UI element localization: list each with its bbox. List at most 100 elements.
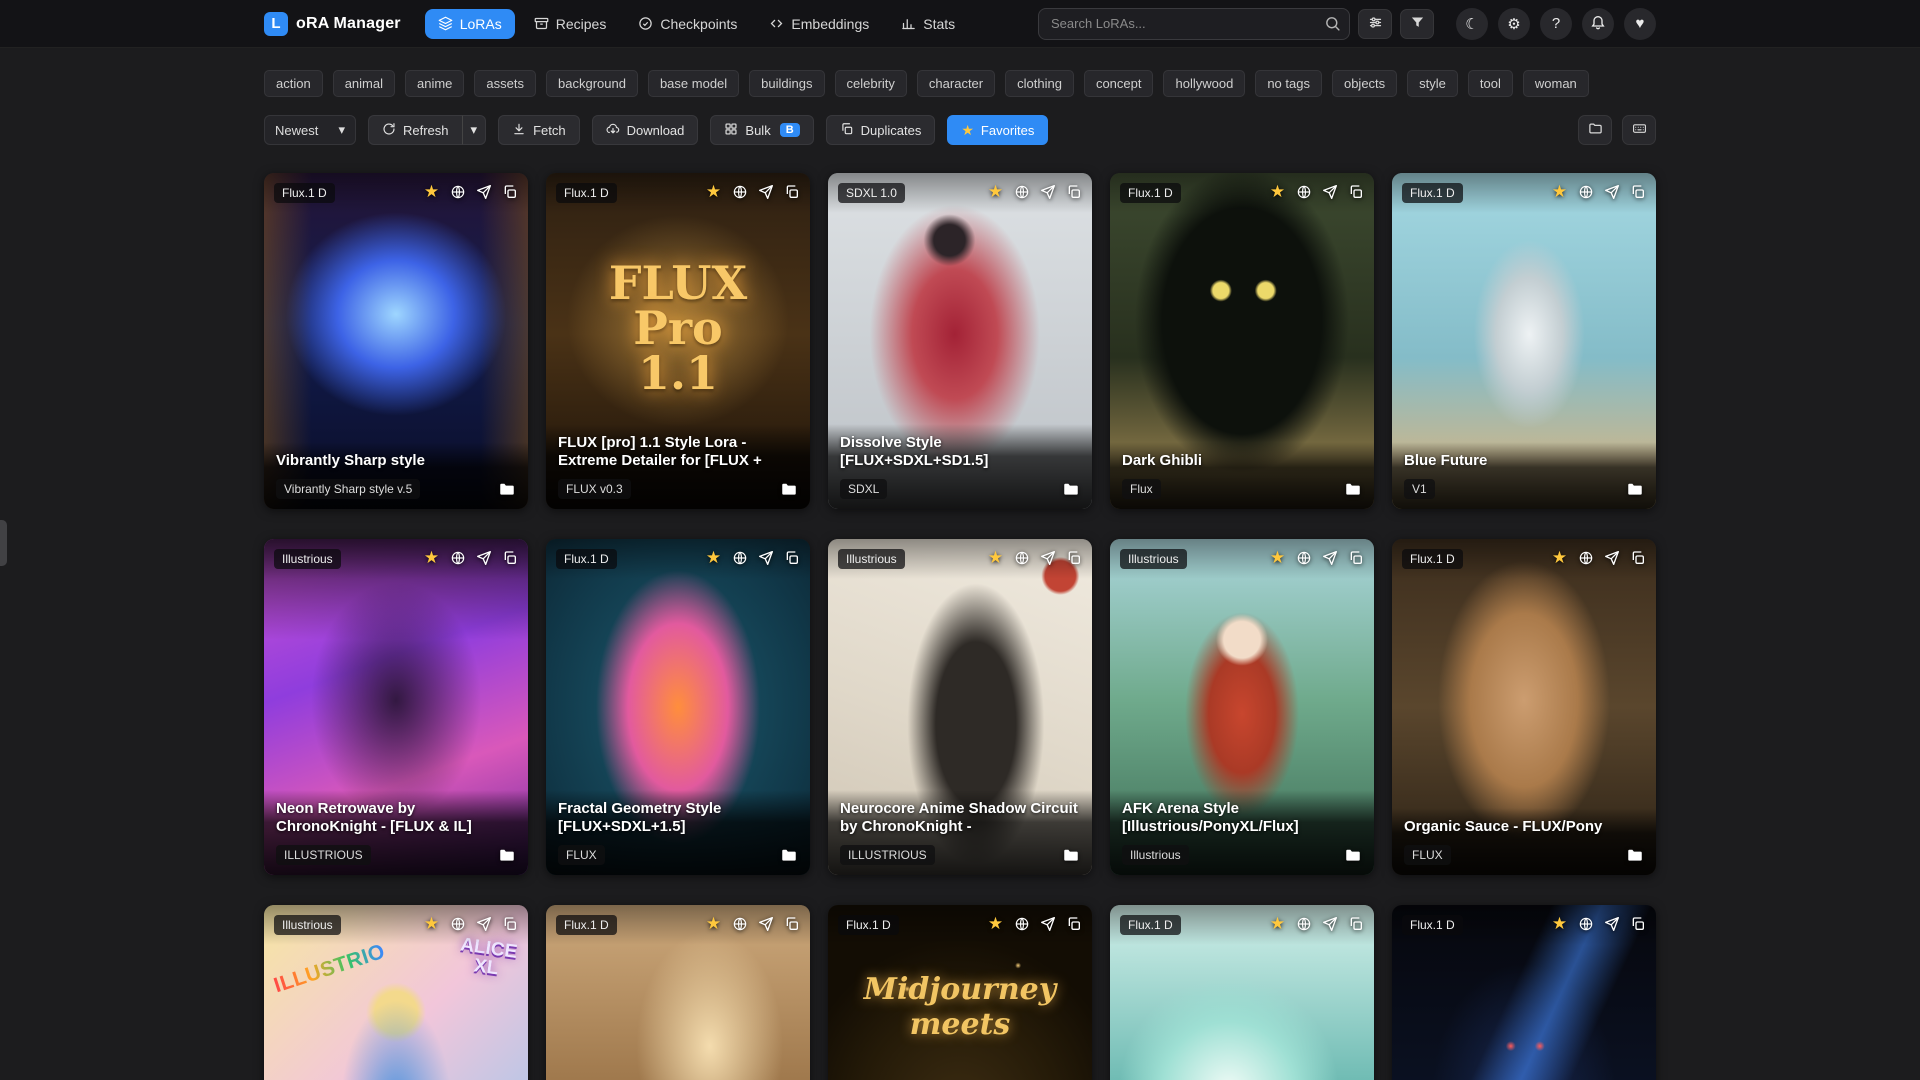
folder-icon[interactable] xyxy=(1062,846,1080,864)
send-icon[interactable] xyxy=(475,915,492,932)
lora-card[interactable]: Flux.1 D ★ xyxy=(546,905,810,1080)
globe-icon[interactable] xyxy=(731,183,748,200)
globe-icon[interactable] xyxy=(449,549,466,566)
favorite-star-icon[interactable]: ★ xyxy=(987,915,1004,932)
tag-woman[interactable]: woman xyxy=(1523,70,1589,97)
lora-card[interactable]: Illustrious ★ Neurocore Anime Shadow Cir… xyxy=(828,539,1092,875)
send-icon[interactable] xyxy=(475,183,492,200)
search-input[interactable] xyxy=(1038,8,1350,40)
send-icon[interactable] xyxy=(757,549,774,566)
tag-buildings[interactable]: buildings xyxy=(749,70,824,97)
copy-icon[interactable] xyxy=(501,183,518,200)
tag-style[interactable]: style xyxy=(1407,70,1458,97)
nav-item-recipes[interactable]: Recipes xyxy=(521,9,620,39)
folder-icon[interactable] xyxy=(1344,480,1362,498)
refresh-menu-button[interactable]: ▾ xyxy=(463,115,487,145)
send-icon[interactable] xyxy=(1321,915,1338,932)
favorite-star-icon[interactable]: ★ xyxy=(1269,915,1286,932)
favorite-star-icon[interactable]: ★ xyxy=(1551,549,1568,566)
favorite-star-icon[interactable]: ★ xyxy=(1551,183,1568,200)
send-icon[interactable] xyxy=(1603,915,1620,932)
globe-icon[interactable] xyxy=(1577,183,1594,200)
nav-item-stats[interactable]: Stats xyxy=(888,9,968,39)
send-icon[interactable] xyxy=(1603,549,1620,566)
folder-icon[interactable] xyxy=(1626,846,1644,864)
send-icon[interactable] xyxy=(1321,549,1338,566)
tag-no-tags[interactable]: no tags xyxy=(1255,70,1322,97)
copy-icon[interactable] xyxy=(1065,183,1082,200)
filter-button[interactable] xyxy=(1400,9,1434,39)
send-icon[interactable] xyxy=(1321,183,1338,200)
globe-icon[interactable] xyxy=(1295,183,1312,200)
favorite-star-icon[interactable]: ★ xyxy=(1269,183,1286,200)
tag-tool[interactable]: tool xyxy=(1468,70,1513,97)
tag-base-model[interactable]: base model xyxy=(648,70,739,97)
lora-card[interactable]: Flux.1 D ★ Vibrantly Sharp style Vibrant… xyxy=(264,173,528,509)
send-icon[interactable] xyxy=(1603,183,1620,200)
help-button[interactable]: ? xyxy=(1540,8,1572,40)
favorite-star-icon[interactable]: ★ xyxy=(1551,915,1568,932)
theme-toggle-button[interactable]: ☾ xyxy=(1456,8,1488,40)
tag-action[interactable]: action xyxy=(264,70,323,97)
tag-anime[interactable]: anime xyxy=(405,70,464,97)
favorite-star-icon[interactable]: ★ xyxy=(1269,549,1286,566)
copy-icon[interactable] xyxy=(1629,915,1646,932)
copy-icon[interactable] xyxy=(1347,915,1364,932)
folder-icon[interactable] xyxy=(498,846,516,864)
favorite-star-icon[interactable]: ★ xyxy=(705,183,722,200)
globe-icon[interactable] xyxy=(1013,915,1030,932)
tag-concept[interactable]: concept xyxy=(1084,70,1154,97)
lora-card[interactable]: Flux.1 D ★ Fractal Geometry Style [FLUX+… xyxy=(546,539,810,875)
lora-card[interactable]: Illustrious ★ Neon Retrowave by ChronoKn… xyxy=(264,539,528,875)
send-icon[interactable] xyxy=(757,183,774,200)
globe-icon[interactable] xyxy=(731,915,748,932)
sort-select[interactable]: Newest ▾ xyxy=(264,115,356,145)
lora-card[interactable]: Midjourney meets Flux.1 D ★ xyxy=(828,905,1092,1080)
tag-character[interactable]: character xyxy=(917,70,995,97)
folder-icon[interactable] xyxy=(1626,480,1644,498)
globe-icon[interactable] xyxy=(449,183,466,200)
duplicates-button[interactable]: Duplicates xyxy=(826,115,936,145)
lora-card[interactable]: Flux.1 D ★ xyxy=(1110,905,1374,1080)
favorite-star-icon[interactable]: ★ xyxy=(423,549,440,566)
copy-icon[interactable] xyxy=(1065,549,1082,566)
sort-options-button[interactable] xyxy=(1358,9,1392,39)
favorite-star-icon[interactable]: ★ xyxy=(987,549,1004,566)
lora-card[interactable]: Flux.1 D ★ xyxy=(1392,905,1656,1080)
tag-objects[interactable]: objects xyxy=(1332,70,1397,97)
globe-icon[interactable] xyxy=(1577,915,1594,932)
folder-icon[interactable] xyxy=(498,480,516,498)
globe-icon[interactable] xyxy=(1295,915,1312,932)
download-button[interactable]: Download xyxy=(592,115,699,145)
copy-icon[interactable] xyxy=(783,915,800,932)
tag-hollywood[interactable]: hollywood xyxy=(1163,70,1245,97)
folder-view-button[interactable] xyxy=(1578,115,1612,145)
send-icon[interactable] xyxy=(1039,183,1056,200)
favorites-heart-button[interactable]: ♥ xyxy=(1624,8,1656,40)
globe-icon[interactable] xyxy=(1013,549,1030,566)
tag-background[interactable]: background xyxy=(546,70,638,97)
lora-card[interactable]: FLUX Pro 1.1 Flux.1 D ★ FLUX [pro] 1.1 S… xyxy=(546,173,810,509)
lora-card[interactable]: Flux.1 D ★ Organic Sauce - FLUX/Pony FLU… xyxy=(1392,539,1656,875)
notifications-button[interactable] xyxy=(1582,8,1614,40)
fetch-button[interactable]: Fetch xyxy=(498,115,580,145)
favorite-star-icon[interactable]: ★ xyxy=(705,915,722,932)
send-icon[interactable] xyxy=(757,915,774,932)
folder-icon[interactable] xyxy=(1062,480,1080,498)
lora-card[interactable]: Illustrious ★ AFK Arena Style [Illustrio… xyxy=(1110,539,1374,875)
copy-icon[interactable] xyxy=(1347,183,1364,200)
nav-item-checkpoints[interactable]: Checkpoints xyxy=(625,9,750,39)
side-panel-handle[interactable] xyxy=(0,520,7,566)
globe-icon[interactable] xyxy=(1013,183,1030,200)
tag-celebrity[interactable]: celebrity xyxy=(835,70,907,97)
tag-assets[interactable]: assets xyxy=(474,70,536,97)
copy-icon[interactable] xyxy=(501,915,518,932)
favorite-star-icon[interactable]: ★ xyxy=(423,183,440,200)
globe-icon[interactable] xyxy=(731,549,748,566)
folder-icon[interactable] xyxy=(1344,846,1362,864)
send-icon[interactable] xyxy=(1039,549,1056,566)
lora-card[interactable]: SDXL 1.0 ★ Dissolve Style [FLUX+SDXL+SD1… xyxy=(828,173,1092,509)
bulk-button[interactable]: Bulk B xyxy=(710,115,813,145)
nav-item-loras[interactable]: LoRAs xyxy=(425,9,515,39)
lora-card[interactable]: ILLUSTRIOALICE XL Illustrious ★ xyxy=(264,905,528,1080)
